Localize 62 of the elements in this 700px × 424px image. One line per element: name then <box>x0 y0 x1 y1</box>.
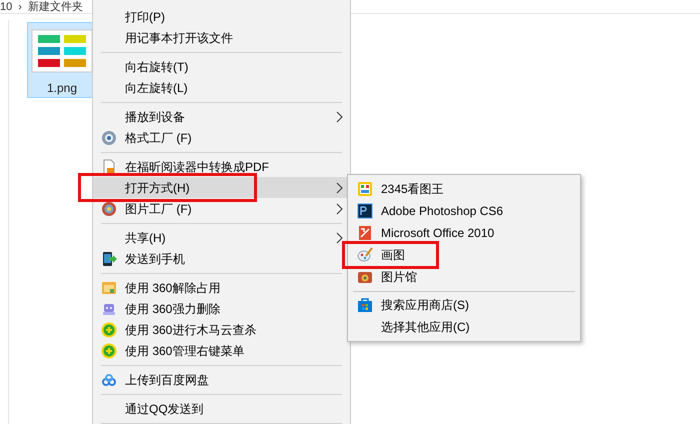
menu-item[interactable]: 使用 360解除占用 <box>93 277 350 298</box>
menu-item-label: 发送到手机 <box>125 252 185 266</box>
menu-item-label: 打印(P) <box>125 10 165 24</box>
menu-item[interactable]: 使用 360强力删除 <box>93 298 350 319</box>
menu-item[interactable]: 图片工厂 (F) <box>93 198 350 219</box>
menu-item-label: 使用 360强力删除 <box>125 302 220 316</box>
plus-circle-icon <box>101 342 117 358</box>
menu-item[interactable]: 格式工厂 (F) <box>93 127 350 148</box>
menu-item-label: 播放到设备 <box>125 110 185 124</box>
menu-item-label: 打开方式(H) <box>125 180 190 194</box>
menu-item[interactable]: 图片馆 <box>348 266 580 288</box>
menu-item-label: 搜索应用商店(S) <box>381 298 469 312</box>
menu-item[interactable]: 打开方式(H) <box>93 177 350 198</box>
menu-item[interactable]: 上传到百度网盘 <box>93 369 350 390</box>
gear-icon <box>101 130 117 146</box>
menu-item-label: 向左旋转(L) <box>125 80 188 94</box>
gear-icon <box>101 200 117 216</box>
phone-icon <box>101 250 117 266</box>
office-icon <box>357 225 373 241</box>
plus-circle-icon <box>101 322 117 338</box>
menu-item-label: 图片馆 <box>381 270 417 284</box>
menu-item-label: 使用 360进行木马云查杀 <box>125 322 256 336</box>
menu-item-label: 使用 360解除占用 <box>125 280 220 294</box>
menu-item-label: 格式工厂 (F) <box>125 130 192 144</box>
ps-icon <box>357 203 373 219</box>
menu-item[interactable]: 发送到手机 <box>93 248 350 269</box>
menu-item[interactable]: 使用 360进行木马云查杀 <box>93 319 350 340</box>
breadcrumb-item[interactable]: 新建文件夹 <box>28 0 83 12</box>
menu-item-label: 通过QQ发送到 <box>125 402 204 416</box>
menu-item[interactable]: 搜索应用商店(S) <box>348 294 580 316</box>
menu-item-label: Adobe Photoshop CS6 <box>381 204 504 218</box>
menu-item[interactable]: Adobe Photoshop CS6 <box>348 200 580 222</box>
menu-item-label: 上传到百度网盘 <box>125 372 209 386</box>
menu-item[interactable]: 使用 360管理右键菜单 <box>93 340 350 361</box>
menu-item-label: 在福昕阅读器中转换成PDF <box>125 160 269 174</box>
menu-item[interactable]: 通过QQ发送到 <box>93 398 350 419</box>
menu-item-label: 2345看图王 <box>381 182 444 196</box>
image-viewer-icon <box>357 181 373 197</box>
file-name: 1.png <box>46 81 78 95</box>
photo-icon <box>357 269 373 285</box>
document-icon <box>101 158 117 174</box>
menu-item-label: 使用 360管理右键菜单 <box>125 344 244 358</box>
menu-item-label: 画图 <box>381 248 405 262</box>
menu-item[interactable]: 选择其他应用(C) <box>348 316 580 338</box>
menu-item[interactable]: 共享(H) <box>93 227 350 248</box>
menu-item[interactable]: 2345看图王 <box>348 178 580 200</box>
menu-item[interactable]: Microsoft Office 2010 <box>348 222 580 244</box>
menu-item[interactable]: 播放到设备 <box>93 106 350 127</box>
menu-item-label: 图片工厂 (F) <box>125 202 192 216</box>
palette-icon <box>357 247 373 263</box>
breadcrumb-item[interactable]: › <box>18 0 22 12</box>
menu-item-label: 用记事本打开该文件 <box>125 30 233 44</box>
menu-item-label: 共享(H) <box>125 230 166 244</box>
menu-item[interactable]: 在福昕阅读器中转换成PDF <box>93 156 350 177</box>
menu-item-label: 向右旋转(T) <box>125 60 188 74</box>
folder-icon <box>101 280 117 296</box>
breadcrumb-item[interactable]: 10 <box>0 0 12 12</box>
menu-item-label: Microsoft Office 2010 <box>381 226 494 240</box>
cloud-icon <box>101 372 117 388</box>
store-bag-icon <box>357 297 373 313</box>
menu-item[interactable]: 画图 <box>348 244 580 266</box>
menu-item-label: 选择其他应用(C) <box>381 320 470 334</box>
